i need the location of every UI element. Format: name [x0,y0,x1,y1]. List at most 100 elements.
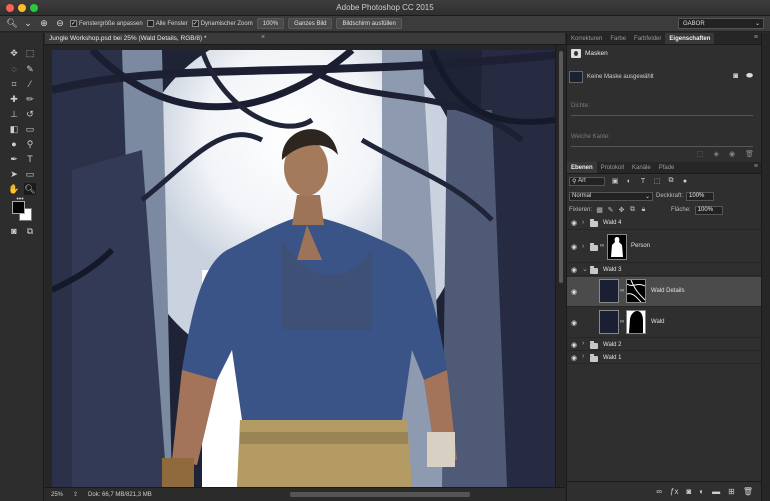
eye-icon[interactable]: ◉ [570,219,578,227]
brush-tool-icon[interactable]: ✏ [24,93,36,105]
tab-kanaele[interactable]: Kanäle [628,162,655,173]
blend-mode-select[interactable]: Normal ⌄ [569,191,653,201]
layer-row-selected[interactable]: ◉ ∞ Wald Details [567,277,761,307]
delete-icon[interactable]: 🗑︎ [745,150,754,158]
move-tool-icon[interactable]: ✥ [8,47,20,59]
layer-row[interactable]: ◉ › Wald 2 [567,339,761,351]
share-icon[interactable]: ⇪ [73,491,78,498]
rectangle-tool-icon[interactable]: ▭ [24,168,36,180]
resize-windows-checkbox[interactable]: ✓ Fenstergröße anpassen [70,20,143,27]
tab-eigenschaften[interactable]: Eigenschaften [665,33,715,44]
feather-slider[interactable] [571,146,753,147]
layer-row[interactable]: ◉ › ∞ Person [567,231,761,263]
dodge-tool-icon[interactable]: ⚲ [24,138,36,150]
selection-icon[interactable]: ⬚ [697,150,704,158]
type-filter-icon[interactable]: T [639,177,647,185]
layer-thumbnail[interactable] [599,310,619,334]
scrubby-zoom-checkbox[interactable]: ✓ Dynamischer Zoom [191,20,253,27]
eye-icon[interactable]: ◉ [570,266,578,274]
pen-tool-icon[interactable]: ✒ [8,153,20,165]
chevron-down-icon[interactable]: ⌄ [22,18,34,30]
link-icon[interactable]: ∞ [600,243,604,249]
fit-screen-button[interactable]: Ganzes Bild [288,18,333,29]
all-windows-checkbox[interactable]: Alle Fenster [146,20,188,27]
vertical-scrollbar[interactable] [555,45,565,487]
lock-artboard-icon[interactable]: ⧉ [629,206,636,214]
layer-row[interactable]: ◉ ⌄ Wald 3 [567,264,761,276]
chevron-right-icon[interactable]: › [582,353,584,360]
document-info[interactable]: Dok: 66,7 MB/821,3 MB [88,492,152,498]
vertical-scroll-thumb[interactable] [559,51,563,283]
lock-transparency-icon[interactable]: ▦ [596,206,603,214]
quick-selection-tool-icon[interactable]: ✎ [24,63,36,75]
zoom-in-icon[interactable]: ⊕ [38,18,50,30]
apply-mask-icon[interactable]: ◈ [714,150,719,158]
panel-collapse-strip[interactable] [761,33,770,501]
layer-row[interactable]: ◉ › Wald 4 [567,217,761,230]
eraser-tool-icon[interactable]: ◧ [8,123,20,135]
horizontal-scroll-thumb[interactable] [290,492,470,497]
new-layer-icon[interactable]: ⊞ [728,487,735,496]
link-layers-icon[interactable]: ∞ [656,487,662,496]
foreground-color-swatch[interactable] [12,201,25,214]
tab-pfade[interactable]: Pfade [655,162,679,173]
eye-icon[interactable]: ◉ [570,288,578,296]
shape-filter-icon[interactable]: ⬚ [653,177,661,185]
adjustment-filter-icon[interactable]: ◐ [625,177,633,185]
zoom-tool-preset-icon[interactable]: 🔍︎ [6,18,18,30]
new-group-icon[interactable]: ▬ [712,487,720,496]
layer-style-icon[interactable]: ƒx [670,487,678,496]
vector-mask-icon[interactable]: ⬬ [746,71,753,81]
pixel-mask-icon[interactable]: ◙ [733,71,738,81]
document-canvas[interactable] [52,50,555,487]
blur-tool-icon[interactable]: ● [8,138,20,150]
lock-pixels-icon[interactable]: ✎ [607,206,614,214]
layer-mask-thumbnail[interactable] [626,279,646,303]
zoom-out-icon[interactable]: ⊖ [54,18,66,30]
lasso-tool-icon[interactable]: ◌ [8,63,20,75]
lock-position-icon[interactable]: ✥ [618,206,625,214]
trash-icon[interactable]: 🗑︎ [743,487,753,496]
adjustment-layer-icon[interactable]: ◐ [699,487,704,496]
eye-icon[interactable]: ◉ [570,341,578,349]
document-tab[interactable]: Jungle Workshop.psd bei 25% (Wald Detail… [45,33,565,45]
clone-stamp-tool-icon[interactable]: ⊥ [8,108,20,120]
tab-farbfelder[interactable]: Farbfelder [630,33,665,44]
history-brush-tool-icon[interactable]: ↺ [24,108,36,120]
layer-row[interactable]: ◉ ∞ Wald [567,308,761,338]
layer-mask-thumbnail[interactable] [607,234,627,260]
panel-menu-icon[interactable]: ≡ [754,163,758,170]
close-tab-icon[interactable]: × [261,34,265,41]
workspace-select[interactable]: GABOR ⌄ [678,18,764,29]
fill-screen-button[interactable]: Bildschirm ausfüllen [336,18,402,29]
link-icon[interactable]: ∞ [620,288,624,294]
quick-mask-icon[interactable]: ◙ [8,225,20,237]
filter-toggle-icon[interactable]: ● [681,177,689,185]
visibility-icon[interactable]: ◉ [729,150,735,158]
gradient-tool-icon[interactable]: ▭ [24,123,36,135]
screen-mode-icon[interactable]: ⧉ [24,225,36,237]
add-mask-icon[interactable]: ◙ [686,487,691,496]
link-icon[interactable]: ∞ [620,319,624,325]
type-tool-icon[interactable]: T [24,153,36,165]
density-slider[interactable] [571,115,753,116]
eye-icon[interactable]: ◉ [570,354,578,362]
tab-korrekturen[interactable]: Korrekturen [567,33,606,44]
crop-tool-icon[interactable]: ⌗ [8,78,20,90]
chevron-down-icon[interactable]: ⌄ [582,265,588,273]
layer-row[interactable]: ◉ › Wald 1 [567,352,761,364]
chevron-right-icon[interactable]: › [582,219,584,226]
chevron-right-icon[interactable]: › [582,243,584,250]
pixel-filter-icon[interactable]: ▣ [611,177,619,185]
tab-protokoll[interactable]: Protokoll [597,162,628,173]
eye-icon[interactable]: ◉ [570,319,578,327]
tab-ebenen[interactable]: Ebenen [567,162,597,173]
fill-field[interactable]: 100% [694,205,723,215]
layer-thumbnail[interactable] [599,279,619,303]
opacity-field[interactable]: 100% [686,191,715,201]
marquee-tool-icon[interactable]: ⬚ [24,47,36,59]
eye-icon[interactable]: ◉ [570,243,578,251]
kind-filter-select[interactable]: ⚲ Art [569,176,605,186]
healing-brush-tool-icon[interactable]: ✚ [8,93,20,105]
panel-menu-icon[interactable]: ≡ [754,34,758,41]
